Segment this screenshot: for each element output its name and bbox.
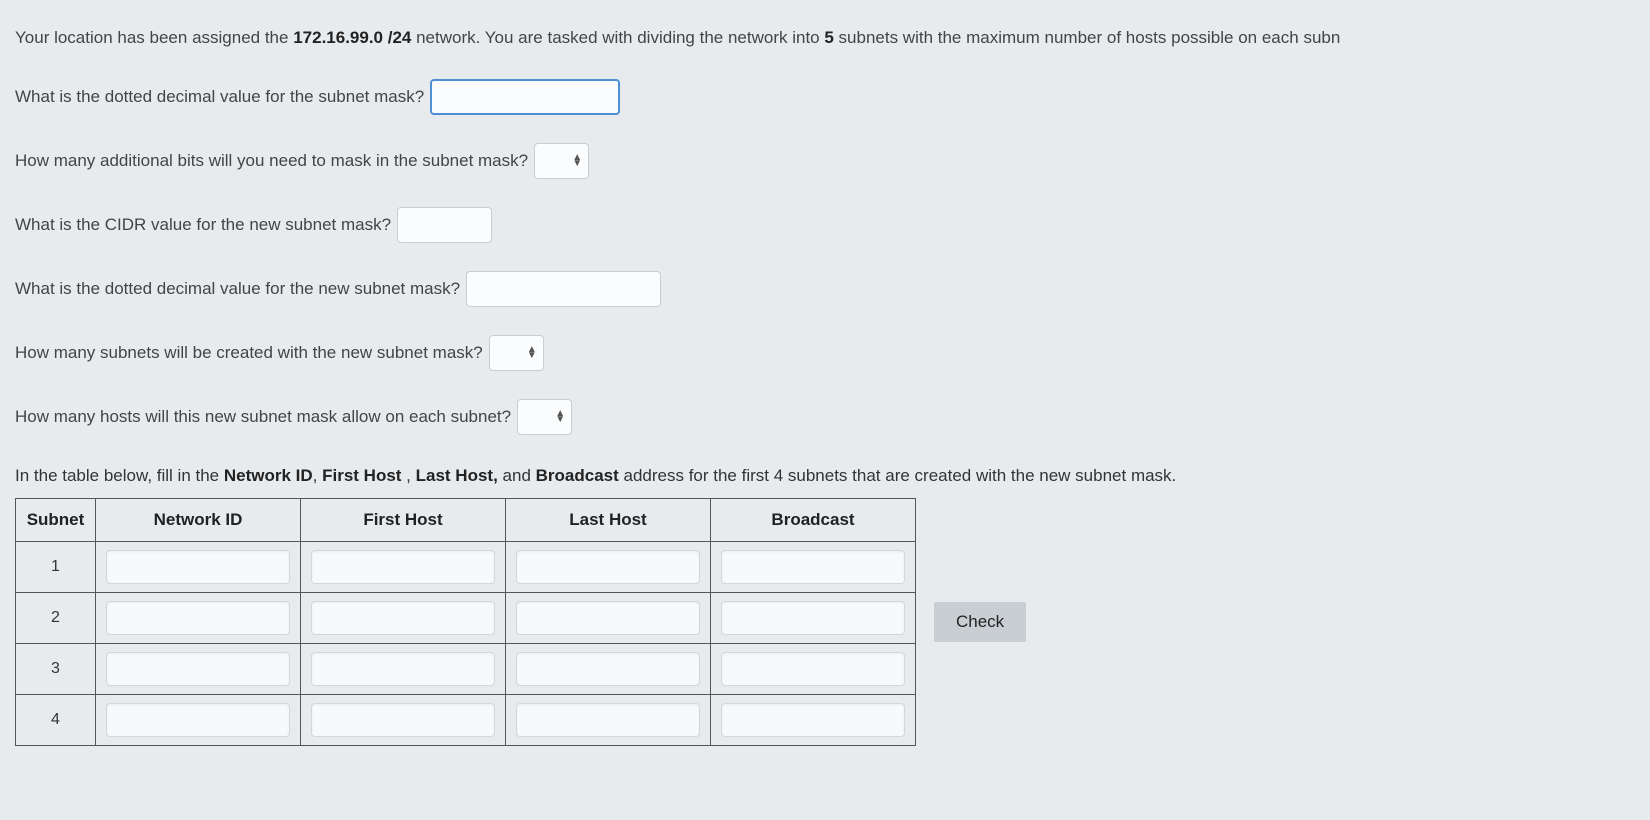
check-button[interactable]: Check <box>934 602 1026 642</box>
question-additional-bits: How many additional bits will you need t… <box>15 143 1635 179</box>
subnet-table-area: Subnet Network ID First Host Last Host B… <box>15 498 1635 746</box>
row-label: 1 <box>16 541 96 592</box>
hosts-allowed-stepper[interactable]: ▲▼ <box>517 399 572 435</box>
header-subnet: Subnet <box>16 499 96 542</box>
network-id-input[interactable] <box>106 652 290 686</box>
broadcast-input[interactable] <box>721 652 905 686</box>
row-label: 3 <box>16 643 96 694</box>
question-subnet-mask-dotted: What is the dotted decimal value for the… <box>15 79 1635 115</box>
broadcast-input[interactable] <box>721 601 905 635</box>
broadcast-input[interactable] <box>721 550 905 584</box>
table-instruction: In the table below, fill in the Network … <box>15 463 1635 489</box>
table-row: 4 <box>16 694 916 745</box>
subnet-table: Subnet Network ID First Host Last Host B… <box>15 498 916 746</box>
row-label: 2 <box>16 592 96 643</box>
question-label: What is the dotted decimal value for the… <box>15 276 460 302</box>
network-id-input[interactable] <box>106 703 290 737</box>
first-host-input[interactable] <box>311 703 495 737</box>
first-host-input[interactable] <box>311 550 495 584</box>
last-host-input[interactable] <box>516 601 700 635</box>
question-hosts-allowed: How many hosts will this new subnet mask… <box>15 399 1635 435</box>
last-host-input[interactable] <box>516 703 700 737</box>
question-label: How many hosts will this new subnet mask… <box>15 404 511 430</box>
header-broadcast: Broadcast <box>711 499 916 542</box>
intro-text: Your location has been assigned the 172.… <box>15 25 1340 51</box>
table-row: 2 <box>16 592 916 643</box>
last-host-input[interactable] <box>516 550 700 584</box>
stepper-arrows-icon[interactable]: ▲▼ <box>523 347 537 358</box>
question-label: What is the dotted decimal value for the… <box>15 84 424 110</box>
question-label: What is the CIDR value for the new subne… <box>15 212 391 238</box>
new-mask-dotted-input[interactable] <box>466 271 661 307</box>
subnet-mask-dotted-input[interactable] <box>430 79 620 115</box>
network-id-input[interactable] <box>106 601 290 635</box>
header-first-host: First Host <box>301 499 506 542</box>
stepper-arrows-icon[interactable]: ▲▼ <box>568 155 582 166</box>
table-row: 3 <box>16 643 916 694</box>
row-label: 4 <box>16 694 96 745</box>
subnets-created-stepper[interactable]: ▲▼ <box>489 335 544 371</box>
table-row: 1 <box>16 541 916 592</box>
additional-bits-stepper[interactable]: ▲▼ <box>534 143 589 179</box>
question-cidr-value: What is the CIDR value for the new subne… <box>15 207 1635 243</box>
first-host-input[interactable] <box>311 601 495 635</box>
header-last-host: Last Host <box>506 499 711 542</box>
cidr-value-input[interactable] <box>397 207 492 243</box>
last-host-input[interactable] <box>516 652 700 686</box>
broadcast-input[interactable] <box>721 703 905 737</box>
header-network-id: Network ID <box>96 499 301 542</box>
question-subnets-created: How many subnets will be created with th… <box>15 335 1635 371</box>
question-label: How many additional bits will you need t… <box>15 148 528 174</box>
network-id-input[interactable] <box>106 550 290 584</box>
question-label: How many subnets will be created with th… <box>15 340 483 366</box>
stepper-arrows-icon[interactable]: ▲▼ <box>551 411 565 422</box>
intro-paragraph: Your location has been assigned the 172.… <box>15 25 1635 51</box>
question-new-mask-dotted: What is the dotted decimal value for the… <box>15 271 1635 307</box>
first-host-input[interactable] <box>311 652 495 686</box>
